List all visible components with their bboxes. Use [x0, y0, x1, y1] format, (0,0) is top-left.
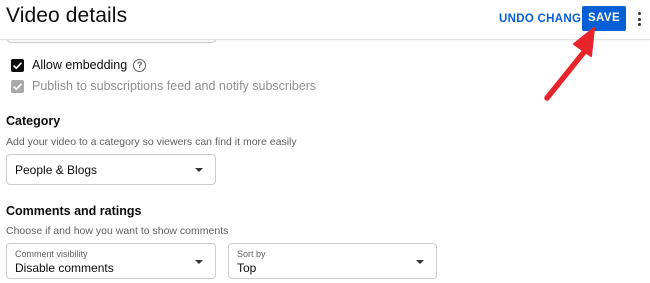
- publish-to-subscriptions-label: Publish to subscriptions feed and notify…: [32, 79, 317, 93]
- help-icon[interactable]: ?: [133, 58, 147, 72]
- checkmark-icon: [13, 61, 23, 69]
- comment-visibility-label: Comment visibility: [15, 249, 88, 259]
- red-arrow-annotation: [544, 27, 595, 101]
- allow-embedding-row: Allow embedding ?: [11, 57, 147, 73]
- checkmark-icon: [13, 82, 23, 90]
- dropdown-arrow-icon: [195, 260, 203, 264]
- dropdown-arrow-icon: [416, 260, 424, 264]
- comments-description: Choose if and how you want to show comme…: [6, 225, 229, 237]
- publish-to-subscriptions-checkbox: [11, 79, 24, 93]
- category-description: Add your video to a category so viewers …: [6, 136, 297, 148]
- sort-by-value: Top: [237, 261, 257, 275]
- category-selected-value: People & Blogs: [15, 163, 98, 177]
- dropdown-arrow-icon: [195, 168, 203, 172]
- comments-title: Comments and ratings: [6, 204, 142, 218]
- sort-by-label: Sort by: [237, 249, 266, 259]
- allow-embedding-label: Allow embedding: [32, 58, 128, 72]
- more-vert-icon[interactable]: [633, 10, 645, 28]
- page-title: Video details: [6, 4, 128, 27]
- category-title: Category: [6, 114, 61, 128]
- sort-by-dropdown[interactable]: Sort by Top: [228, 243, 437, 279]
- comment-visibility-dropdown[interactable]: Comment visibility Disable comments: [6, 243, 216, 279]
- comment-visibility-value: Disable comments: [15, 261, 114, 275]
- publish-to-subscriptions-row: Publish to subscriptions feed and notify…: [11, 78, 316, 94]
- category-dropdown[interactable]: People & Blogs: [6, 154, 216, 185]
- allow-embedding-checkbox[interactable]: [11, 58, 24, 72]
